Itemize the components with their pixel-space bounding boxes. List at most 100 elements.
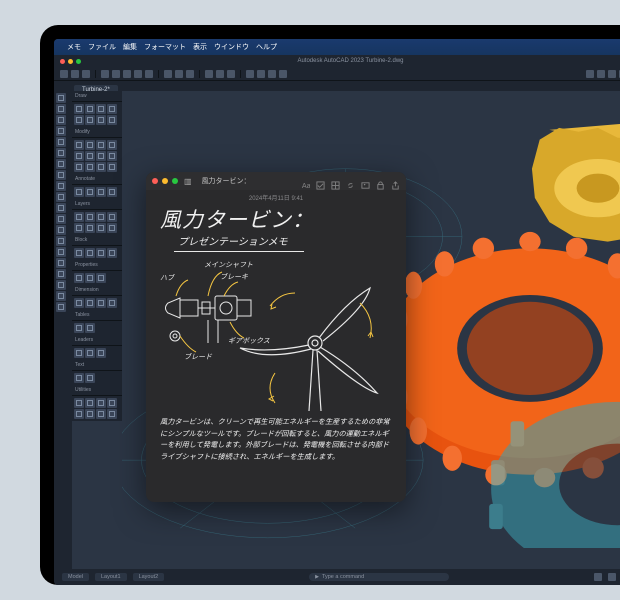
modify-tool-icon[interactable] bbox=[74, 162, 84, 172]
ribbon-tool-icon[interactable] bbox=[175, 70, 183, 78]
status-tool-icon[interactable] bbox=[608, 573, 616, 581]
annotate-tool-icon[interactable] bbox=[85, 187, 95, 197]
ribbon-tool-icon[interactable] bbox=[608, 70, 616, 78]
palette-tool-icon[interactable] bbox=[56, 258, 66, 268]
block-tool-icon[interactable] bbox=[85, 248, 95, 258]
modify-tool-icon[interactable] bbox=[74, 151, 84, 161]
ribbon-tool-icon[interactable] bbox=[205, 70, 213, 78]
minimize-icon[interactable] bbox=[68, 59, 73, 64]
utilities-tool-icon[interactable] bbox=[74, 398, 84, 408]
palette-tool-icon[interactable] bbox=[56, 203, 66, 213]
palette-section-tables[interactable]: Tables bbox=[72, 310, 122, 321]
link-icon[interactable] bbox=[346, 177, 355, 186]
ribbon-tool-icon[interactable] bbox=[71, 70, 79, 78]
palette-tool-icon[interactable] bbox=[56, 181, 66, 191]
palette-section-layers[interactable]: Layers bbox=[72, 199, 122, 210]
draw-tool-icon[interactable] bbox=[107, 104, 117, 114]
layers-tool-icon[interactable] bbox=[74, 223, 84, 233]
maximize-icon[interactable] bbox=[172, 178, 178, 184]
palette-tool-icon[interactable] bbox=[56, 148, 66, 158]
notes-body[interactable]: 風力タービン： プレゼンテーションメモ bbox=[146, 204, 406, 502]
layout-tab-layout1[interactable]: Layout1 bbox=[95, 573, 127, 581]
palette-section-annotate[interactable]: Annotate bbox=[72, 174, 122, 185]
block-tool-icon[interactable] bbox=[96, 248, 106, 258]
palette-tool-icon[interactable] bbox=[56, 225, 66, 235]
draw-tool-icon[interactable] bbox=[85, 104, 95, 114]
palette-tool-icon[interactable] bbox=[56, 236, 66, 246]
modify-tool-icon[interactable] bbox=[107, 162, 117, 172]
modify-tool-icon[interactable] bbox=[107, 151, 117, 161]
palette-section-dimension[interactable]: Dimension bbox=[72, 285, 122, 296]
palette-section-draw[interactable]: Draw bbox=[72, 91, 122, 102]
layers-tool-icon[interactable] bbox=[107, 223, 117, 233]
share-icon[interactable] bbox=[391, 177, 400, 186]
layers-tool-icon[interactable] bbox=[85, 223, 95, 233]
palette-tool-icon[interactable] bbox=[56, 302, 66, 312]
palette-tool-icon[interactable] bbox=[56, 291, 66, 301]
notes-traffic-lights[interactable] bbox=[152, 178, 178, 184]
palette-section-text[interactable]: Text bbox=[72, 360, 122, 371]
ribbon-tool-icon[interactable] bbox=[279, 70, 287, 78]
lock-icon[interactable] bbox=[376, 177, 385, 186]
palette-tool-icon[interactable] bbox=[56, 104, 66, 114]
utilities-tool-icon[interactable] bbox=[74, 409, 84, 419]
utilities-tool-icon[interactable] bbox=[85, 409, 95, 419]
notes-titlebar[interactable]: ▥ 風力タービン： Aa bbox=[146, 172, 406, 190]
dimension-tool-icon[interactable] bbox=[74, 298, 84, 308]
layers-tool-icon[interactable] bbox=[74, 212, 84, 222]
command-input[interactable]: Type a command bbox=[309, 573, 449, 581]
macos-menubar[interactable]: メモ ファイル 編集 フォーマット 表示 ウインドウ ヘルプ bbox=[54, 39, 620, 55]
layers-tool-icon[interactable] bbox=[85, 212, 95, 222]
tables-tool-icon[interactable] bbox=[85, 323, 95, 333]
menubar-item-help[interactable]: ヘルプ bbox=[256, 42, 277, 52]
checklist-icon[interactable] bbox=[316, 177, 325, 186]
ribbon-tool-icon[interactable] bbox=[60, 70, 68, 78]
autocad-traffic-lights[interactable] bbox=[60, 59, 81, 64]
menubar-item-view[interactable]: 表示 bbox=[193, 42, 207, 52]
text-tool-icon[interactable] bbox=[85, 373, 95, 383]
ribbon-tool-icon[interactable] bbox=[216, 70, 224, 78]
menubar-item-file[interactable]: ファイル bbox=[88, 42, 116, 52]
palette-tool-icon[interactable] bbox=[56, 170, 66, 180]
menubar-item-edit[interactable]: 編集 bbox=[123, 42, 137, 52]
ribbon-tool-icon[interactable] bbox=[145, 70, 153, 78]
layers-tool-icon[interactable] bbox=[107, 212, 117, 222]
draw-tool-icon[interactable] bbox=[107, 115, 117, 125]
ribbon-tool-icon[interactable] bbox=[246, 70, 254, 78]
modify-tool-icon[interactable] bbox=[85, 162, 95, 172]
palette-tool-icon[interactable] bbox=[56, 126, 66, 136]
photos-icon[interactable] bbox=[361, 177, 370, 186]
dimension-tool-icon[interactable] bbox=[107, 298, 117, 308]
palette-section-leaders[interactable]: Leaders bbox=[72, 335, 122, 346]
properties-tool-icon[interactable] bbox=[74, 273, 84, 283]
layout-tab-model[interactable]: Model bbox=[62, 573, 89, 581]
menubar-item-window[interactable]: ウインドウ bbox=[214, 42, 249, 52]
dimension-tool-icon[interactable] bbox=[96, 298, 106, 308]
utilities-tool-icon[interactable] bbox=[96, 409, 106, 419]
ribbon-tool-icon[interactable] bbox=[112, 70, 120, 78]
ribbon-tool-icon[interactable] bbox=[597, 70, 605, 78]
menubar-app-name[interactable]: メモ bbox=[67, 42, 81, 52]
palette-tool-icon[interactable] bbox=[56, 269, 66, 279]
palette-tool-icon[interactable] bbox=[56, 247, 66, 257]
palette-section-block[interactable]: Block bbox=[72, 235, 122, 246]
properties-tool-icon[interactable] bbox=[85, 273, 95, 283]
close-icon[interactable] bbox=[60, 59, 65, 64]
utilities-tool-icon[interactable] bbox=[107, 398, 117, 408]
modify-tool-icon[interactable] bbox=[96, 151, 106, 161]
layers-tool-icon[interactable] bbox=[96, 223, 106, 233]
palette-section-properties[interactable]: Properties bbox=[72, 260, 122, 271]
utilities-tool-icon[interactable] bbox=[85, 398, 95, 408]
utilities-tool-icon[interactable] bbox=[96, 398, 106, 408]
palette-tool-icon[interactable] bbox=[56, 280, 66, 290]
dimension-tool-icon[interactable] bbox=[85, 298, 95, 308]
annotate-tool-icon[interactable] bbox=[107, 187, 117, 197]
block-tool-icon[interactable] bbox=[107, 248, 117, 258]
ribbon-tool-icon[interactable] bbox=[227, 70, 235, 78]
palette-tool-icon[interactable] bbox=[56, 137, 66, 147]
minimize-icon[interactable] bbox=[162, 178, 168, 184]
modify-tool-icon[interactable] bbox=[96, 140, 106, 150]
notes-folder-icon[interactable]: ▥ bbox=[184, 177, 192, 186]
draw-tool-icon[interactable] bbox=[74, 115, 84, 125]
notes-app-window[interactable]: ▥ 風力タービン： Aa 2024年4月11日 9:41 風力タービン： プレゼ… bbox=[146, 172, 406, 502]
